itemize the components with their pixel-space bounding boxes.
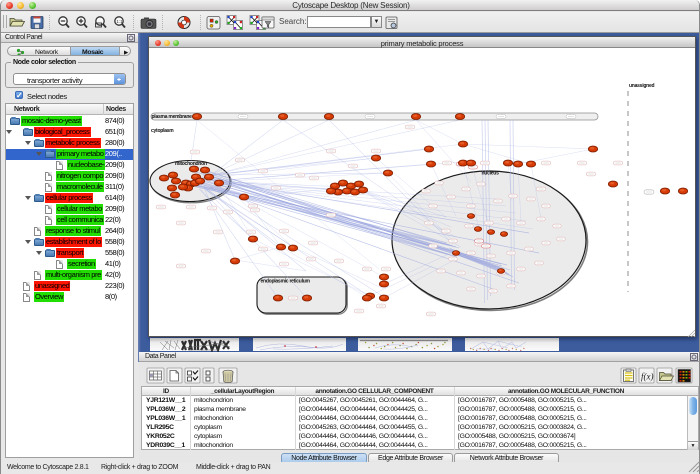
svg-text:unassigned: unassigned [629, 83, 654, 89]
svg-text:plasma membrane: plasma membrane [152, 114, 193, 120]
svg-text:1:1: 1:1 [116, 19, 123, 24]
svg-text:nucleus: nucleus [482, 171, 500, 177]
svg-text:endoplasmic reticulum: endoplasmic reticulum [261, 279, 311, 285]
svg-text:cytoplasm: cytoplasm [151, 128, 174, 134]
svg-text:f(x): f(x) [641, 372, 654, 382]
svg-text:mitochondrion: mitochondrion [175, 161, 207, 167]
